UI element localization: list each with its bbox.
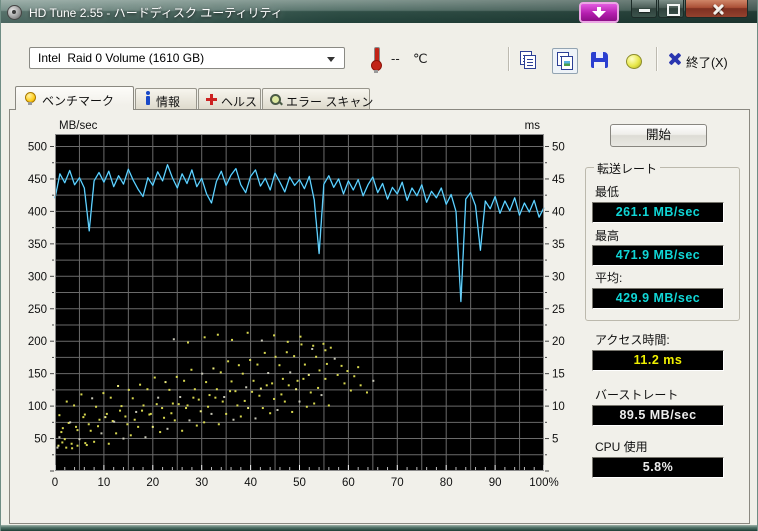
tab-benchmark[interactable]: ベンチマーク bbox=[15, 86, 134, 110]
minimize-icon bbox=[639, 9, 650, 12]
avg-label: 平均: bbox=[595, 269, 622, 286]
tab-health[interactable]: ヘルス bbox=[198, 88, 261, 110]
cpu-usage-value: 5.8% bbox=[592, 457, 724, 478]
tab-error-scan-label: エラー スキャン bbox=[286, 93, 373, 110]
tab-health-label: ヘルス bbox=[221, 93, 257, 110]
app-disk-icon bbox=[7, 4, 23, 19]
hd-tune-window: HD Tune 2.55 - ハードディスク ユーティリティ Intel Rai… bbox=[0, 0, 758, 531]
svg-text:350: 350 bbox=[28, 239, 47, 251]
save-button[interactable] bbox=[588, 48, 612, 72]
save-floppy-icon bbox=[591, 52, 608, 68]
svg-text:5: 5 bbox=[552, 434, 558, 446]
benchmark-chart-svg: 5004504003503002502001501005050454035302… bbox=[10, 110, 585, 510]
tab-info[interactable]: 情報 bbox=[135, 88, 197, 110]
magnifier-icon bbox=[270, 94, 282, 106]
toolbar-separator bbox=[508, 47, 510, 71]
info-icon bbox=[146, 96, 150, 105]
svg-text:10: 10 bbox=[552, 401, 565, 413]
temperature-value: -- bbox=[391, 51, 400, 66]
copy-screenshot-button[interactable] bbox=[552, 48, 578, 74]
max-value: 471.9 MB/sec bbox=[592, 245, 724, 266]
svg-text:35: 35 bbox=[552, 239, 565, 251]
thermometer-icon bbox=[370, 46, 382, 70]
toolbar-separator bbox=[656, 47, 658, 71]
transfer-rate-group-title: 転送レート bbox=[594, 160, 660, 177]
svg-text:100: 100 bbox=[28, 401, 47, 413]
svg-text:30: 30 bbox=[195, 477, 208, 489]
exit-button[interactable]: 終了(X) bbox=[667, 48, 747, 72]
window-title: HD Tune 2.55 - ハードディスク ユーティリティ bbox=[29, 4, 283, 21]
svg-text:50: 50 bbox=[293, 477, 306, 489]
svg-text:500: 500 bbox=[28, 142, 47, 154]
svg-text:100%: 100% bbox=[529, 477, 558, 489]
drive-select[interactable]: Intel Raid 0 Volume (1610 GB) bbox=[29, 47, 345, 69]
svg-text:20: 20 bbox=[146, 477, 159, 489]
drive-select-value: Intel Raid 0 Volume (1610 GB) bbox=[38, 51, 204, 65]
cpu-usage-label: CPU 使用 bbox=[595, 438, 648, 455]
tab-info-label: 情報 bbox=[156, 93, 180, 110]
svg-text:20: 20 bbox=[552, 336, 565, 348]
tab-benchmark-label: ベンチマーク bbox=[42, 92, 114, 109]
exit-label: 終了(X) bbox=[686, 52, 728, 71]
svg-text:45: 45 bbox=[552, 174, 565, 186]
close-button[interactable] bbox=[685, 0, 748, 18]
maximize-icon bbox=[667, 4, 680, 16]
svg-text:250: 250 bbox=[28, 304, 47, 316]
burst-rate-value: 89.5 MB/sec bbox=[592, 405, 724, 426]
maximize-button[interactable] bbox=[658, 0, 684, 18]
svg-text:150: 150 bbox=[28, 369, 47, 381]
svg-text:80: 80 bbox=[440, 477, 453, 489]
svg-text:MB/sec: MB/sec bbox=[59, 120, 98, 132]
svg-text:60: 60 bbox=[342, 477, 355, 489]
svg-text:10: 10 bbox=[98, 477, 111, 489]
min-label: 最低 bbox=[595, 183, 619, 200]
benchmark-tab-page: 5004504003503002502001501005050454035302… bbox=[9, 109, 750, 524]
download-overlay-button[interactable] bbox=[579, 2, 619, 23]
svg-text:15: 15 bbox=[552, 369, 565, 381]
min-value: 261.1 MB/sec bbox=[592, 202, 724, 223]
svg-text:400: 400 bbox=[28, 206, 47, 218]
svg-text:30: 30 bbox=[552, 271, 565, 283]
svg-text:200: 200 bbox=[28, 336, 47, 348]
start-button[interactable]: 開始 bbox=[610, 124, 707, 147]
svg-text:70: 70 bbox=[391, 477, 404, 489]
tab-error-scan[interactable]: エラー スキャン bbox=[262, 88, 370, 110]
svg-text:25: 25 bbox=[552, 304, 565, 316]
options-button[interactable] bbox=[621, 48, 645, 72]
svg-text:0: 0 bbox=[52, 477, 58, 489]
svg-text:50: 50 bbox=[552, 142, 565, 154]
svg-text:50: 50 bbox=[34, 434, 47, 446]
temperature-unit: ℃ bbox=[413, 51, 428, 67]
health-cross-icon bbox=[206, 94, 217, 105]
minimize-button[interactable] bbox=[631, 0, 657, 18]
copy-button[interactable] bbox=[517, 48, 541, 72]
access-time-value: 11.2 ms bbox=[592, 350, 724, 371]
lightbulb-icon bbox=[25, 92, 36, 103]
window-bottom-border bbox=[1, 525, 758, 531]
svg-text:40: 40 bbox=[244, 477, 257, 489]
svg-text:40: 40 bbox=[552, 206, 565, 218]
chevron-down-icon bbox=[327, 57, 335, 62]
svg-text:300: 300 bbox=[28, 271, 47, 283]
svg-text:90: 90 bbox=[489, 477, 502, 489]
avg-value: 429.9 MB/sec bbox=[592, 288, 724, 309]
options-ball-icon bbox=[626, 54, 642, 69]
max-label: 最高 bbox=[595, 227, 619, 244]
svg-text:450: 450 bbox=[28, 174, 47, 186]
svg-text:ms: ms bbox=[525, 120, 541, 132]
burst-rate-label: バーストレート bbox=[595, 386, 678, 403]
access-time-label: アクセス時間: bbox=[595, 331, 670, 348]
